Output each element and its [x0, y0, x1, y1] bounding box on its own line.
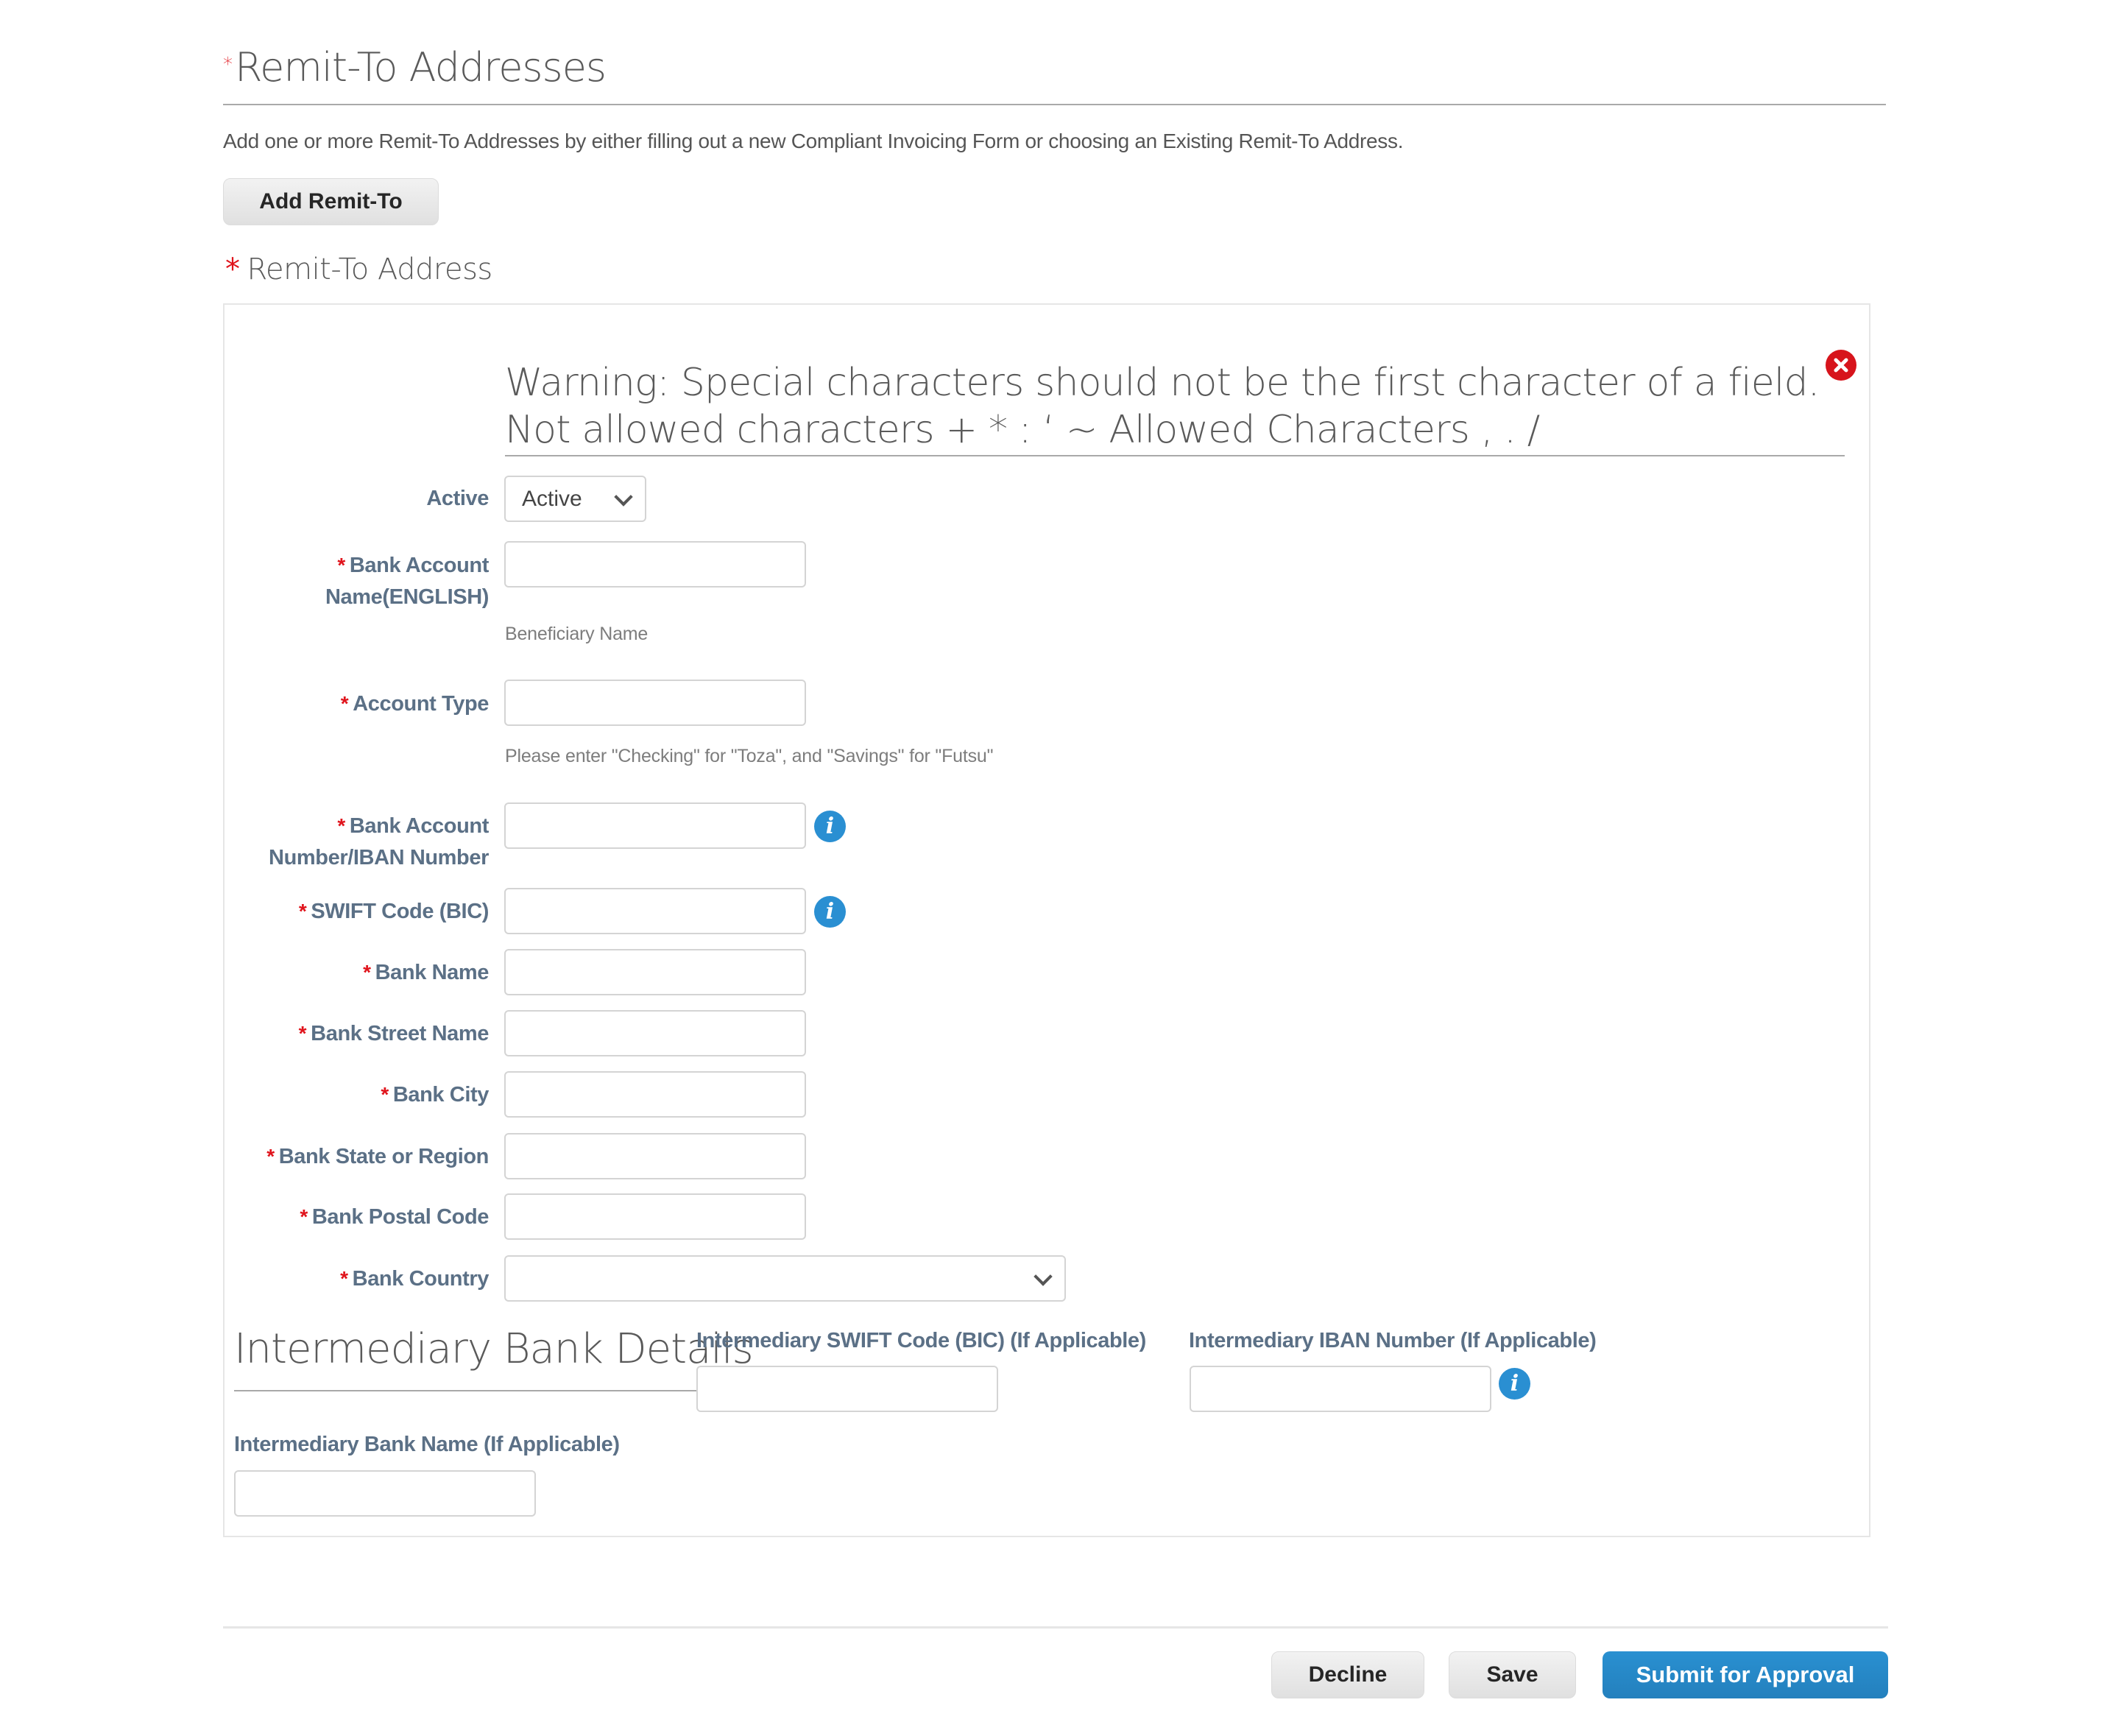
section-title-text: Remit-To Address [247, 253, 493, 286]
add-remit-to-button[interactable]: Add Remit-To [223, 178, 439, 225]
active-select-value: Active [522, 486, 582, 511]
chevron-down-icon [1034, 1266, 1053, 1286]
bank-state-label: * Bank State or Region [266, 1145, 489, 1168]
account-type-label: * Account Type [340, 692, 490, 716]
warning-message: Warning: Special characters should not b… [505, 361, 1820, 452]
title-divider [223, 104, 1886, 105]
bank-account-name-input[interactable] [504, 541, 806, 588]
bank-country-label: * Bank Country [340, 1267, 489, 1291]
required-marker: * [223, 54, 233, 76]
active-select[interactable]: Active [504, 476, 646, 522]
page-title: *Remit-To Addresses [223, 44, 607, 91]
close-icon[interactable] [1826, 350, 1856, 381]
bank-account-number-input[interactable] [504, 802, 806, 849]
warning-divider [505, 455, 1845, 456]
intermediary-divider [234, 1390, 696, 1391]
account-type-input[interactable] [504, 680, 806, 726]
decline-button[interactable]: Decline [1271, 1651, 1424, 1698]
bank-account-name-hint: Beneficiary Name [505, 624, 649, 644]
bank-street-name-input[interactable] [504, 1010, 806, 1056]
intermediary-bank-name-label: Intermediary Bank Name (If Applicable) [234, 1433, 620, 1456]
intermediary-swift-label: Intermediary SWIFT Code (BIC) (If Applic… [696, 1329, 1146, 1352]
page-title-text: Remit-To Addresses [235, 44, 607, 91]
required-marker: * [225, 253, 240, 286]
intro-text: Add one or more Remit-To Addresses by ei… [223, 130, 1404, 152]
bank-account-number-label: * Bank Account Number/IBAN Number [269, 814, 489, 869]
bank-name-label: * Bank Name [363, 961, 489, 984]
footer-divider [223, 1626, 1888, 1629]
submit-for-approval-button[interactable]: Submit for Approval [1603, 1651, 1888, 1698]
intermediary-iban-label: Intermediary IBAN Number (If Applicable) [1189, 1329, 1597, 1352]
info-icon[interactable]: i [1499, 1368, 1530, 1400]
bank-city-input[interactable] [504, 1071, 806, 1118]
bank-postal-code-label: * Bank Postal Code [300, 1205, 489, 1229]
intermediary-iban-input[interactable] [1190, 1366, 1491, 1412]
bank-country-select[interactable] [504, 1255, 1066, 1302]
intermediary-bank-name-input[interactable] [234, 1470, 536, 1517]
intermediary-swift-input[interactable] [696, 1366, 998, 1412]
chevron-down-icon [614, 487, 633, 507]
info-icon[interactable]: i [814, 811, 846, 842]
bank-street-name-label: * Bank Street Name [298, 1022, 490, 1045]
swift-code-input[interactable] [504, 888, 806, 934]
account-type-hint: Please enter "Checking" for "Toza", and … [505, 746, 994, 766]
bank-postal-code-input[interactable] [504, 1193, 806, 1240]
section-title: * Remit-To Address [225, 253, 492, 286]
bank-city-label: * Bank City [381, 1083, 489, 1107]
save-button[interactable]: Save [1449, 1651, 1576, 1698]
swift-code-label: * SWIFT Code (BIC) [298, 900, 490, 923]
bank-account-name-label: * Bank Account Name(ENGLISH) [325, 554, 489, 609]
active-label: Active [426, 487, 489, 510]
bank-state-input[interactable] [504, 1133, 806, 1179]
intermediary-section-title: Intermediary Bank Details [234, 1325, 754, 1373]
bank-name-input[interactable] [504, 949, 806, 995]
info-icon[interactable]: i [814, 896, 846, 928]
